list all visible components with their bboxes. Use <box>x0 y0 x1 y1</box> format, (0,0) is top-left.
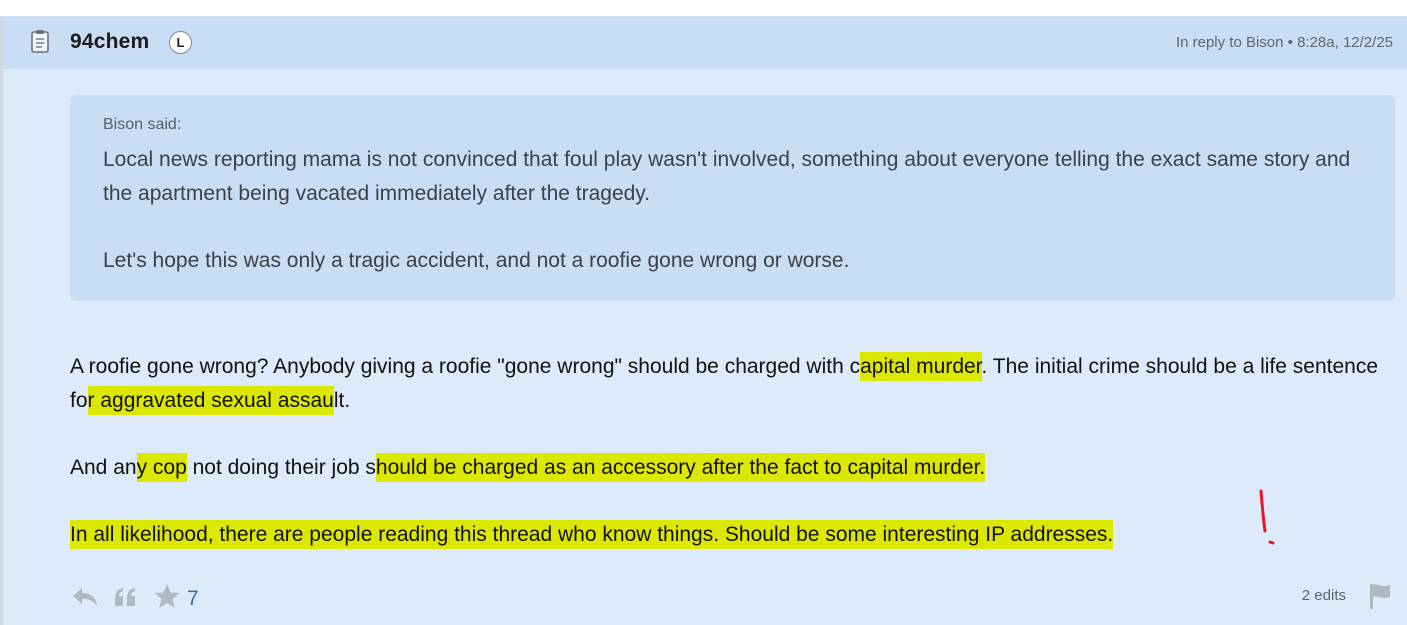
star-icon[interactable] <box>153 582 181 610</box>
post-paragraph: In all likelihood, there are people read… <box>70 518 1400 552</box>
quote-icon[interactable] <box>113 585 139 609</box>
quote-body: Local news reporting mama is not convinc… <box>103 143 1373 278</box>
post-meta[interactable]: In reply to Bison • 8:28a, 12/2/25 <box>1176 34 1393 51</box>
document-icon[interactable] <box>29 29 51 55</box>
highlighted-text: y cop <box>136 453 187 482</box>
text-segment: not doing their job s <box>186 456 376 479</box>
quote-paragraph: Local news reporting mama is not convinc… <box>103 148 1351 205</box>
highlighted-text: apital murder <box>860 352 982 381</box>
post-paragraph: A roofie gone wrong? Anybody giving a ro… <box>70 350 1400 418</box>
star-count[interactable]: 7 <box>187 587 199 611</box>
highlighted-text: hould be charged as an accessory after t… <box>375 453 986 482</box>
text-segment: A roofie gone wrong? Anybody giving a ro… <box>70 355 861 378</box>
flag-icon[interactable] <box>1367 582 1393 610</box>
quote-paragraph: Let's hope this was only a tragic accide… <box>103 249 850 272</box>
post-paragraph: And any cop not doing their job should b… <box>70 451 1400 485</box>
post-username[interactable]: 94chem <box>70 30 149 54</box>
highlighted-text: In all likelihood, there are people read… <box>70 520 1114 549</box>
reply-icon[interactable] <box>71 585 99 609</box>
user-badge: L <box>169 31 192 54</box>
edit-count[interactable]: 2 edits <box>1302 587 1346 604</box>
forum-post: 94chem L In reply to Bison • 8:28a, 12/2… <box>0 17 1407 625</box>
exclamation-annotation <box>1259 489 1275 545</box>
quoted-post: Bison said: Local news reporting mama is… <box>70 95 1395 301</box>
text-segment: lt. <box>333 389 351 412</box>
text-segment: And an <box>70 456 137 479</box>
quote-author[interactable]: Bison said: <box>103 116 181 134</box>
post-content: A roofie gone wrong? Anybody giving a ro… <box>70 350 1400 552</box>
post-footer: 7 2 edits <box>3 577 1407 621</box>
highlighted-text: r aggravated sexual assau <box>87 386 334 415</box>
top-strip <box>0 0 1407 17</box>
post-header: 94chem L In reply to Bison • 8:28a, 12/2… <box>3 17 1407 69</box>
